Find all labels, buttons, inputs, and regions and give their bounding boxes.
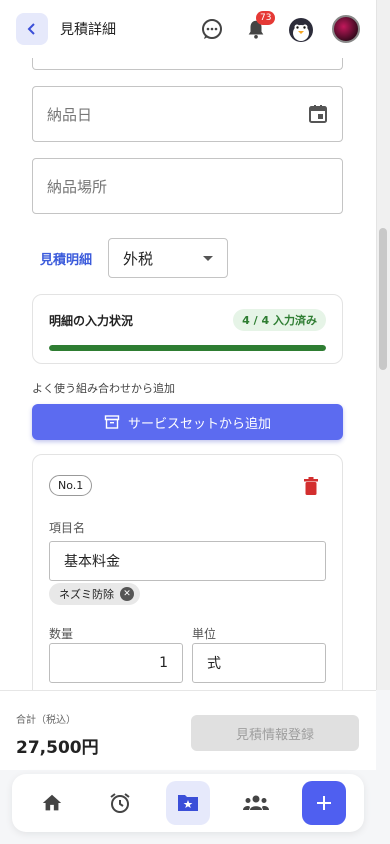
item-name-label: 項目名: [49, 521, 86, 535]
total-footer: 合計（税込） 27,500円 見積情報登録: [0, 690, 376, 770]
penguin-icon: [289, 18, 313, 42]
close-icon[interactable]: ✕: [120, 587, 134, 601]
caret-down-icon: [203, 255, 214, 261]
mascot-avatar[interactable]: [286, 14, 316, 44]
quantity-value: 1: [159, 655, 168, 671]
notification-badge: 73: [256, 11, 276, 25]
chat-icon: [202, 19, 222, 39]
main-content: 納品日 納品場所 見積明細 外税 明細の入力状況 4 / 4 入力済み よく使う…: [0, 58, 376, 690]
nav-home[interactable]: [30, 781, 74, 825]
item-name-value: 基本料金: [64, 554, 120, 570]
back-button[interactable]: [16, 13, 48, 45]
input-status-card: 明細の入力状況 4 / 4 入力済み: [32, 294, 343, 364]
line-item-card: No.1 項目名 基本料金 ネズミ防除 ✕ 数量 1 単位 式: [32, 454, 343, 690]
group-icon: [243, 795, 269, 810]
delivery-place-field[interactable]: 納品場所: [32, 158, 343, 214]
tax-mode-value: 外税: [123, 249, 154, 268]
unit-label: 単位: [192, 627, 217, 641]
user-avatar[interactable]: [332, 15, 360, 43]
nav-alarm[interactable]: [98, 781, 142, 825]
total-value: 27,500円: [16, 738, 99, 758]
trash-icon[interactable]: [304, 477, 318, 495]
add-button[interactable]: [302, 781, 346, 825]
folder-star-icon: [178, 795, 198, 811]
calendar-icon[interactable]: [308, 104, 328, 124]
delivery-place-placeholder: 納品場所: [47, 177, 108, 196]
quantity-input[interactable]: 1: [49, 643, 183, 683]
register-estimate-button[interactable]: 見積情報登録: [191, 715, 359, 751]
home-icon: [42, 794, 62, 811]
unit-value: 式: [207, 656, 221, 672]
nav-customers[interactable]: [234, 781, 278, 825]
combo-label: よく使う組み合わせから追加: [32, 382, 175, 395]
add-from-service-set-button[interactable]: サービスセットから追加: [32, 404, 343, 440]
scrollbar-track[interactable]: [376, 0, 390, 690]
service-tag-label: ネズミ防除: [59, 588, 114, 601]
item-name-input[interactable]: 基本料金: [49, 541, 326, 581]
bottom-nav: [12, 774, 364, 832]
service-tag-chip[interactable]: ネズミ防除 ✕: [49, 583, 140, 605]
tax-mode-select[interactable]: 外税: [108, 238, 229, 278]
status-chip: 4 / 4 入力済み: [233, 309, 326, 331]
page-title: 見積詳細: [60, 22, 116, 38]
unit-input[interactable]: 式: [192, 643, 326, 683]
register-estimate-label: 見積情報登録: [235, 727, 314, 743]
status-progress-bar: [49, 345, 326, 351]
chat-button[interactable]: [198, 15, 226, 43]
add-icon: [317, 796, 331, 810]
nav-estimates[interactable]: [166, 781, 210, 825]
bottom-nav-area: [0, 770, 390, 844]
scrollbar-thumb[interactable]: [379, 228, 387, 370]
item-number-chip: No.1: [49, 475, 93, 496]
delivery-date-field[interactable]: 納品日: [32, 86, 343, 142]
previous-field[interactable]: [32, 58, 343, 70]
app-header: 見積詳細 73: [0, 0, 376, 58]
notification-button[interactable]: 73: [242, 11, 276, 43]
chevron-left-icon: [27, 23, 35, 35]
delivery-date-placeholder: 納品日: [47, 105, 93, 124]
status-progress-fill: [49, 345, 326, 351]
quantity-label: 数量: [49, 627, 74, 641]
add-from-service-set-label: サービスセットから追加: [127, 416, 271, 432]
alarm-icon: [110, 793, 130, 813]
status-title: 明細の入力状況: [49, 313, 134, 328]
archive-icon: [104, 415, 120, 429]
total-label: 合計（税込）: [16, 715, 76, 726]
estimate-detail-label: 見積明細: [40, 252, 93, 268]
